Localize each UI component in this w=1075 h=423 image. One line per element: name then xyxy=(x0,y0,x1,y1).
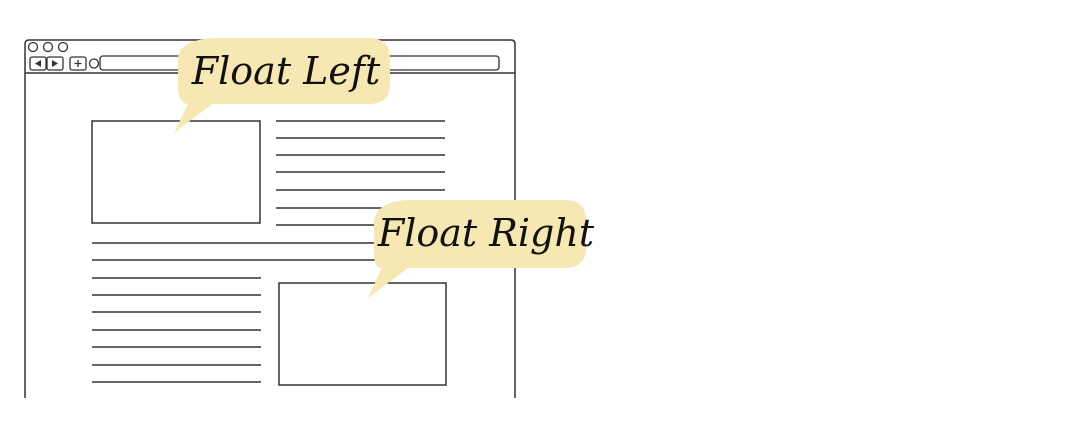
nav-buttons xyxy=(29,56,100,71)
window-control-dot[interactable] xyxy=(42,41,54,53)
window-control-dot[interactable] xyxy=(57,41,69,53)
float-right-image-box xyxy=(278,282,447,386)
window-controls xyxy=(27,41,69,53)
forward-arrow-icon xyxy=(52,60,58,67)
back-arrow-icon xyxy=(35,60,41,67)
text-block-left-of-image xyxy=(92,277,261,383)
circle-icon xyxy=(88,58,100,69)
float-left-label: Float Left xyxy=(191,49,381,93)
float-left-image-box xyxy=(91,120,261,224)
float-right-label: Float Right xyxy=(377,211,595,255)
plus-icon xyxy=(74,60,82,67)
window-control-dot[interactable] xyxy=(27,41,39,53)
float-left-callout: Float Left xyxy=(174,38,390,133)
browser-diagram: Float Left Float Right xyxy=(24,38,595,398)
